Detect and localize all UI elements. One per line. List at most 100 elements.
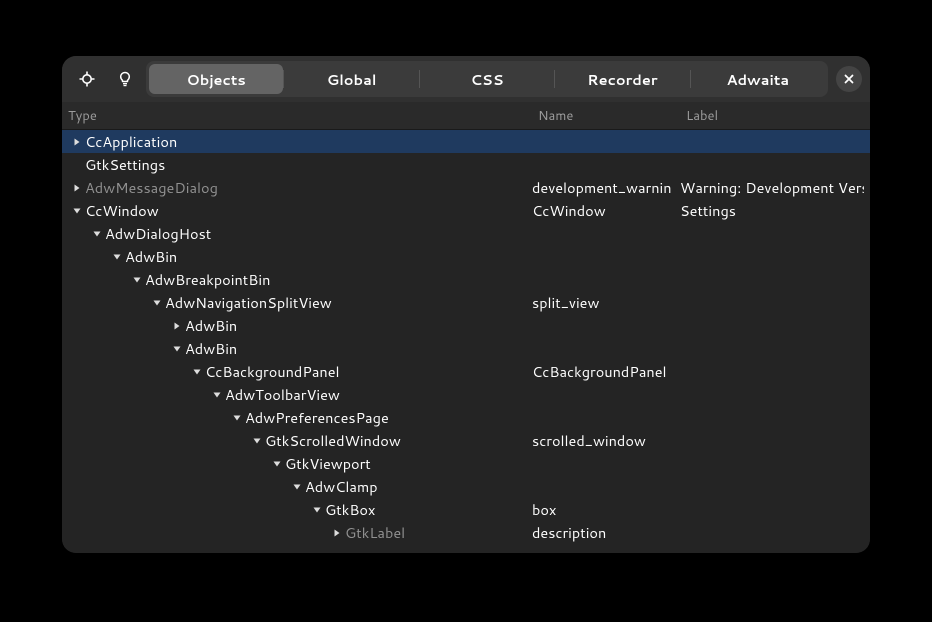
column-header-label[interactable]: Label <box>686 107 864 125</box>
tree-row[interactable]: GtkScrolledWindow scrolled_window <box>62 429 870 452</box>
tab-recorder[interactable]: Recorder <box>555 64 689 94</box>
tree-row[interactable]: GtkSettings <box>62 153 870 176</box>
cell-type: GtkScrolledWindow <box>62 430 532 451</box>
cell-label: Warning: Development Vers <box>680 177 864 198</box>
tab-label: Recorder <box>587 69 657 90</box>
tree-row[interactable]: CcWindowCcWindowSettings <box>62 199 870 222</box>
cell-type: AdwBreakpointBin <box>62 269 532 290</box>
view-switcher: Objects Global CSS Recorder Adwaita <box>146 61 828 97</box>
tree-row[interactable]: AdwNavigationSplitView split_view <box>62 291 870 314</box>
chevron-down-icon[interactable] <box>169 341 185 357</box>
tab-label: Objects <box>187 69 246 90</box>
tab-label: CSS <box>471 69 504 90</box>
tab-css[interactable]: CSS <box>420 64 554 94</box>
tree-row[interactable]: AdwBreakpointBin <box>62 268 870 291</box>
close-button[interactable] <box>836 66 862 92</box>
tree-row[interactable]: AdwBin <box>62 314 870 337</box>
type-label: CcBackgroundPanel <box>205 361 340 382</box>
chevron-down-icon[interactable] <box>189 364 205 380</box>
cell-type: AdwBin <box>62 315 532 336</box>
tree-row[interactable]: AdwToolbarView <box>62 383 870 406</box>
cell-type: GtkLabel <box>62 522 532 543</box>
chevron-down-icon[interactable] <box>309 502 325 518</box>
cell-name: box <box>532 499 680 520</box>
expander-spacer <box>69 157 85 173</box>
tree-column-headers: Type Name Label <box>62 102 870 130</box>
type-label: AdwBin <box>185 315 237 336</box>
type-label: AdwClamp <box>305 476 378 497</box>
lightbulb-icon <box>117 71 133 87</box>
chevron-down-icon[interactable] <box>109 249 125 265</box>
chevron-down-icon[interactable] <box>269 456 285 472</box>
chevron-down-icon[interactable] <box>89 226 105 242</box>
tree-row[interactable]: GtkViewport <box>62 452 870 475</box>
chevron-down-icon[interactable] <box>229 410 245 426</box>
chevron-down-icon[interactable] <box>69 203 85 219</box>
tree-row[interactable]: AdwDialogHost <box>62 222 870 245</box>
cell-type: AdwPreferencesPage <box>62 407 532 428</box>
tree-row[interactable]: GtkLabeldescription <box>62 521 870 544</box>
cell-name: CcWindow <box>532 200 680 221</box>
type-label: CcWindow <box>85 200 159 221</box>
type-label: AdwToolbarView <box>225 384 340 405</box>
close-icon <box>844 74 854 84</box>
type-label: GtkScrolledWindow <box>265 430 401 451</box>
tree-row[interactable]: AdwBin <box>62 337 870 360</box>
type-label: AdwPreferencesPage <box>245 407 389 428</box>
cell-type: AdwClamp <box>62 476 532 497</box>
chevron-right-icon[interactable] <box>69 180 85 196</box>
object-tree[interactable]: CcApplicationGtkSettingsAdwMessageDialog… <box>62 130 870 553</box>
tab-objects[interactable]: Objects <box>149 64 283 94</box>
type-label: GtkSettings <box>85 154 165 175</box>
type-label: AdwBin <box>185 338 237 359</box>
tree-row[interactable]: AdwPreferencesPage <box>62 406 870 429</box>
type-label: CcApplication <box>85 131 177 152</box>
tab-global[interactable]: Global <box>284 64 418 94</box>
cell-type: CcApplication <box>62 131 532 152</box>
cell-type: CcWindow <box>62 200 532 221</box>
cell-type: AdwMessageDialog <box>62 177 532 198</box>
chevron-down-icon[interactable] <box>209 387 225 403</box>
chevron-down-icon[interactable] <box>149 295 165 311</box>
tree-row[interactable]: GtkBox box <box>62 498 870 521</box>
column-header-name[interactable]: Name <box>538 107 686 125</box>
cell-type: AdwToolbarView <box>62 384 532 405</box>
tab-adwaita[interactable]: Adwaita <box>691 64 825 94</box>
column-header-type[interactable]: Type <box>68 107 538 125</box>
type-label: AdwMessageDialog <box>85 177 218 198</box>
crosshair-icon <box>79 71 95 87</box>
cell-type: GtkSettings <box>62 154 532 175</box>
type-label: GtkViewport <box>285 453 371 474</box>
tree-row[interactable]: AdwClamp <box>62 475 870 498</box>
cell-name: scrolled_window <box>532 430 680 451</box>
tree-row[interactable]: AdwBin <box>62 245 870 268</box>
type-label: AdwNavigationSplitView <box>165 292 332 313</box>
cell-name: CcBackgroundPanel <box>532 361 680 382</box>
chevron-down-icon[interactable] <box>249 433 265 449</box>
cell-label: Settings <box>680 200 864 221</box>
tree-row[interactable]: CcApplication <box>62 130 870 153</box>
type-label: AdwBreakpointBin <box>145 269 270 290</box>
type-label: AdwBin <box>125 246 177 267</box>
target-picker-button[interactable] <box>70 62 104 96</box>
cell-name: split_view <box>532 292 680 313</box>
tree-row[interactable]: CcBackgroundPanel CcBackgroundPanel <box>62 360 870 383</box>
tab-label: Global <box>327 69 377 90</box>
chevron-right-icon[interactable] <box>169 318 185 334</box>
toggle-dark-button[interactable] <box>108 62 142 96</box>
cell-type: AdwNavigationSplitView <box>62 292 532 313</box>
type-label: GtkBox <box>325 499 375 520</box>
cell-type: CcBackgroundPanel <box>62 361 532 382</box>
cell-type: GtkBox <box>62 499 532 520</box>
cell-type: AdwDialogHost <box>62 223 532 244</box>
cell-type: AdwBin <box>62 338 532 359</box>
chevron-right-icon[interactable] <box>69 134 85 150</box>
chevron-down-icon[interactable] <box>289 479 305 495</box>
cell-name: description <box>532 522 680 543</box>
chevron-down-icon[interactable] <box>129 272 145 288</box>
chevron-right-icon[interactable] <box>329 525 345 541</box>
tree-row[interactable]: AdwMessageDialogdevelopment_warninWarnin… <box>62 176 870 199</box>
headerbar: Objects Global CSS Recorder Adwaita <box>62 56 870 102</box>
cell-type: AdwBin <box>62 246 532 267</box>
type-label: AdwDialogHost <box>105 223 211 244</box>
